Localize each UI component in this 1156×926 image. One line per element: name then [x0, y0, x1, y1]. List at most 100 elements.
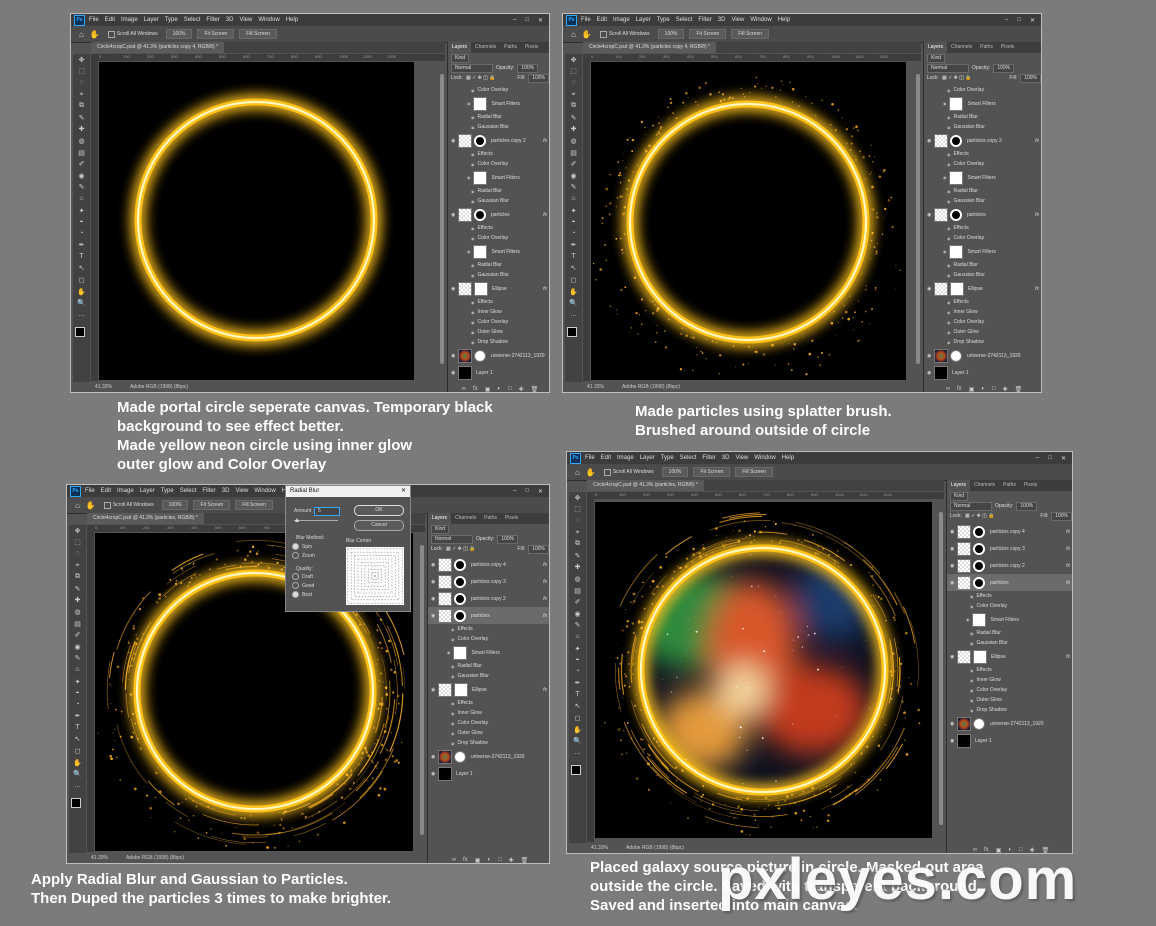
tool-icon[interactable]: ◻	[569, 712, 586, 724]
tool-icon[interactable]: ◉	[569, 608, 586, 620]
tool-icon[interactable]: ⌂	[69, 664, 86, 676]
visibility-eye-icon[interactable]: ◉	[966, 617, 970, 622]
tool-icon[interactable]: ✒	[569, 678, 586, 690]
layer-name[interactable]: Ellipse	[492, 286, 507, 292]
maximize-icon[interactable]: □	[1017, 17, 1021, 24]
layer-thumbnail[interactable]	[438, 682, 452, 697]
menu-item[interactable]: Layer	[144, 17, 159, 23]
tool-icon[interactable]: ◻	[69, 745, 86, 757]
status-zoom[interactable]: 41.33%	[587, 384, 604, 390]
status-zoom[interactable]: 41.33%	[591, 845, 608, 851]
kind-filter-select[interactable]: Kind	[431, 524, 450, 534]
visibility-eye-icon[interactable]: ◉	[947, 310, 951, 315]
link-icon[interactable]: ∞	[462, 386, 466, 392]
layer-mask-thumbnail[interactable]	[950, 208, 962, 221]
fx-icon[interactable]: fx	[957, 386, 962, 392]
radio-spin[interactable]: Spin	[292, 542, 324, 551]
visibility-eye-icon[interactable]: ◉	[471, 320, 475, 325]
menu-item[interactable]: Window	[754, 455, 775, 461]
menu-item[interactable]: Filter	[702, 455, 715, 461]
layer-row[interactable]: ◉ Layer 1	[448, 364, 549, 381]
layer-effect-row[interactable]: ◉ Color Overlay	[924, 317, 1041, 327]
layer-name[interactable]: particles copy 2	[471, 596, 506, 602]
layer-effect-row[interactable]: ◉ Color Overlay	[924, 233, 1041, 243]
visibility-eye-icon[interactable]: ◉	[950, 654, 957, 660]
visibility-eye-icon[interactable]: ◉	[451, 711, 455, 716]
radio-best[interactable]: Best	[292, 590, 314, 599]
folder-icon[interactable]: □	[508, 386, 512, 392]
color-swatches[interactable]	[73, 325, 90, 341]
radio-good[interactable]: Good	[292, 581, 314, 590]
document-tab[interactable]: Circle4cropC.psd @ 41.3% (particles, RGB…	[587, 480, 704, 491]
layer-effect-row[interactable]: ◉ Gaussian Blur	[924, 196, 1041, 206]
blend-mode-select[interactable]: Normal	[927, 63, 969, 73]
visibility-eye-icon[interactable]: ◉	[471, 340, 475, 345]
lock-icons[interactable]: ▦ ✓ ✥ ◫ 🔒	[942, 75, 972, 81]
layer-row[interactable]: ◉ Smart Filters	[448, 243, 549, 260]
layer-name[interactable]: Layer 1	[476, 370, 493, 376]
fill-screen-button[interactable]: Fill Screen	[239, 29, 277, 39]
layer-name[interactable]: particles copy 2	[967, 138, 1002, 144]
visibility-eye-icon[interactable]: ◉	[471, 330, 475, 335]
visibility-eye-icon[interactable]: ◉	[943, 101, 947, 106]
fx-icon[interactable]: fx	[543, 138, 547, 144]
trash-icon[interactable]: 🗑	[531, 386, 539, 393]
fill-screen-button[interactable]: Fill Screen	[731, 29, 769, 39]
layer-effect-row[interactable]: ◉ Radial Blur	[947, 628, 1072, 638]
tool-icon[interactable]: ◍	[569, 573, 586, 585]
document-tab[interactable]: Circle4cropC.psd @ 41.3% (particles, RGB…	[87, 513, 204, 524]
menu-item[interactable]: File	[85, 488, 95, 494]
mask-icon[interactable]: ▣	[475, 857, 481, 864]
layer-mask-thumbnail[interactable]	[454, 575, 466, 588]
tool-icon[interactable]: ◌	[565, 77, 582, 89]
layer-effect-row[interactable]: ◉ Effects	[924, 223, 1041, 233]
ok-button[interactable]: OK	[354, 505, 404, 516]
tool-icon[interactable]: ✋	[69, 757, 86, 769]
adjustment-icon[interactable]: ◐	[487, 857, 491, 863]
visibility-eye-icon[interactable]: ◉	[970, 604, 974, 609]
tool-icon[interactable]: ⌂	[73, 193, 90, 205]
tool-icon[interactable]: ▤	[569, 585, 586, 597]
fx-icon[interactable]: fx	[1066, 529, 1070, 535]
tool-icon[interactable]: ◔	[73, 228, 90, 240]
fx-icon[interactable]: fx	[543, 212, 547, 218]
visibility-eye-icon[interactable]: ◉	[943, 175, 947, 180]
fx-icon[interactable]: fx	[1035, 212, 1039, 218]
layer-effect-row[interactable]: ◉ Radial Blur	[924, 112, 1041, 122]
document-tab[interactable]: Circle4cropC.psd @ 41.3% (particles copy…	[583, 42, 716, 53]
visibility-eye-icon[interactable]: ◉	[947, 236, 951, 241]
layer-effect-row[interactable]: ◉ Inner Glow	[448, 307, 549, 317]
layer-name[interactable]: Ellipse	[472, 687, 487, 693]
scrollbar[interactable]	[939, 512, 943, 825]
visibility-eye-icon[interactable]: ◉	[970, 594, 974, 599]
tool-icon[interactable]: T	[565, 251, 582, 263]
visibility-eye-icon[interactable]: ◉	[970, 631, 974, 636]
layer-mask-thumbnail[interactable]	[454, 609, 466, 622]
layer-effect-row[interactable]: ◉ Drop Shadow	[924, 337, 1041, 347]
layer-effect-row[interactable]: ◉ Color Overlay	[924, 159, 1041, 169]
fill-field[interactable]: 100%	[1051, 511, 1072, 521]
visibility-eye-icon[interactable]: ◉	[927, 370, 934, 376]
layer-row[interactable]: ◉ particles copy 2 fx	[924, 132, 1041, 149]
fill-screen-button[interactable]: Fill Screen	[735, 467, 773, 477]
fit-screen-button[interactable]: Fit Screen	[693, 467, 731, 477]
hand-tool-icon[interactable]: ✋	[586, 468, 596, 477]
layer-effect-row[interactable]: ◉ Drop Shadow	[448, 337, 549, 347]
close-icon[interactable]: ✕	[538, 17, 543, 24]
fx-icon[interactable]: fx	[1066, 580, 1070, 586]
layer-effect-row[interactable]: ◉ Gaussian Blur	[448, 122, 549, 132]
visibility-eye-icon[interactable]: ◉	[471, 263, 475, 268]
fx-icon[interactable]: fx	[463, 857, 468, 863]
tool-icon[interactable]: ⧉	[569, 538, 586, 550]
layer-mask-thumbnail[interactable]	[950, 281, 964, 296]
menu-item[interactable]: Window	[258, 17, 279, 23]
menu-item[interactable]: Select	[180, 488, 197, 494]
tool-icon[interactable]: ◻	[73, 274, 90, 286]
tool-icon[interactable]: ✚	[73, 124, 90, 136]
menu-item[interactable]: Layer	[140, 488, 155, 494]
visibility-eye-icon[interactable]: ◉	[431, 613, 438, 619]
tool-icon[interactable]: ◍	[73, 135, 90, 147]
visibility-eye-icon[interactable]: ◉	[947, 226, 951, 231]
visibility-eye-icon[interactable]: ◉	[950, 580, 957, 586]
layer-effect-row[interactable]: ◉ Outer Glow	[947, 695, 1072, 705]
